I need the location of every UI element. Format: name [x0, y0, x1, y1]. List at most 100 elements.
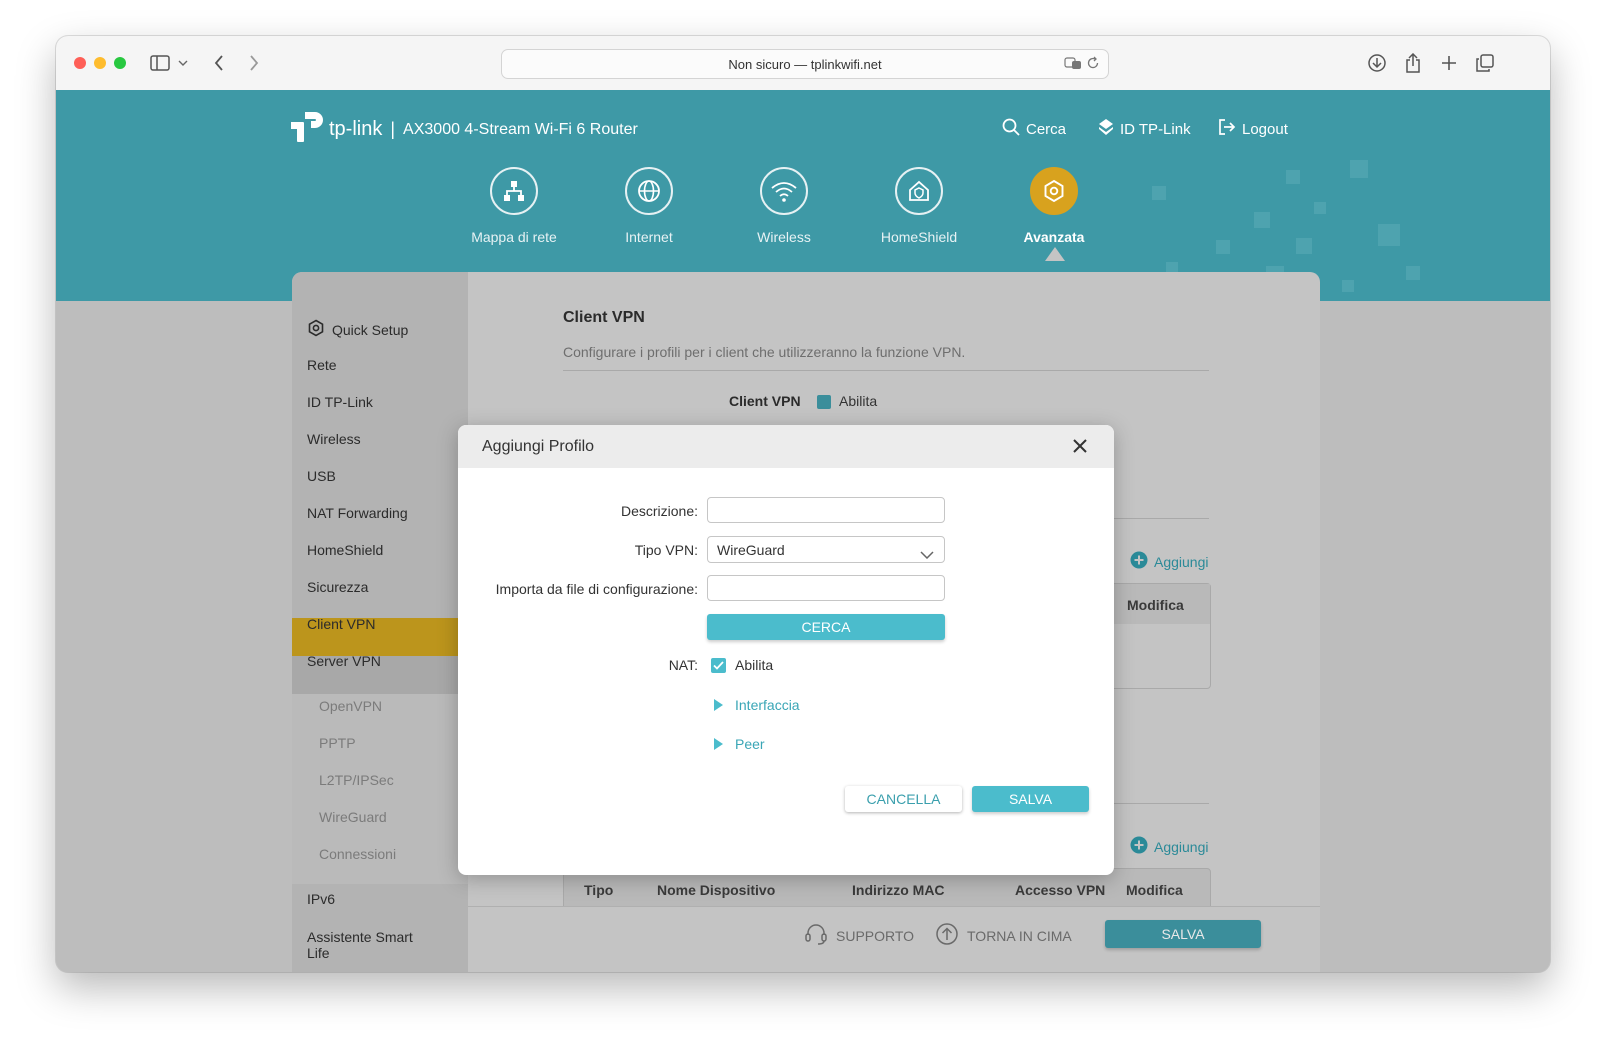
sidebar-icon[interactable] [149, 52, 171, 74]
sidebar-item-server-vpn[interactable]: Server VPN [307, 653, 381, 669]
client-vpn-toggle-label: Client VPN [729, 393, 801, 409]
client-vpn-checkbox[interactable] [817, 395, 831, 409]
cancel-button[interactable]: CANCELLA [845, 786, 962, 812]
profiles-edit-header: Modifica [1127, 597, 1184, 613]
minimize-window-button[interactable] [94, 57, 106, 69]
browse-button[interactable]: CERCA [707, 614, 945, 640]
sidebar-item-wireless[interactable]: Wireless [307, 431, 361, 447]
sidebar-item-tplink-id[interactable]: ID TP-Link [307, 394, 373, 410]
nav-network-map[interactable]: Mappa di rete [454, 167, 574, 245]
back-to-top-label: TORNA IN CIMA [967, 927, 1072, 944]
sidebar-item-sicurezza[interactable]: Sicurezza [307, 579, 368, 595]
zoom-window-button[interactable] [114, 57, 126, 69]
address-bar[interactable]: Non sicuro — tplinkwifi.net [501, 49, 1109, 79]
header-banner: tp-link | AX3000 4-Stream Wi-Fi 6 Router… [56, 90, 1550, 301]
nav-advanced[interactable]: Avanzata [994, 167, 1114, 245]
devices-vpn-access-header: Accesso VPN [1015, 882, 1106, 898]
vpn-type-select[interactable]: WireGuard [707, 536, 945, 563]
peer-section-toggle[interactable]: Peer [714, 736, 765, 752]
expand-arrow-icon [714, 738, 723, 750]
page-description: Configurare i profili per i client che u… [563, 344, 966, 360]
tplink-id-link[interactable]: ID TP-Link [1098, 118, 1191, 140]
share-icon[interactable] [1402, 52, 1424, 74]
add-profile-link[interactable]: Aggiungi [1130, 551, 1209, 572]
add-circle-icon [1130, 551, 1148, 572]
search-icon [1002, 118, 1020, 140]
logout-link[interactable]: Logout [1218, 118, 1288, 140]
nav-wireless-label: Wireless [757, 229, 811, 245]
nav-wireless[interactable]: Wireless [724, 167, 844, 245]
sidebar-item-homeshield[interactable]: HomeShield [307, 542, 383, 558]
sidebar-sub-pptp[interactable]: PPTP [319, 735, 356, 751]
sidebar-item-client-vpn[interactable]: Client VPN [307, 616, 375, 632]
nat-checkbox[interactable] [711, 658, 726, 673]
client-vpn-checkbox-label: Abilita [839, 393, 878, 409]
sidebar-sub-openvpn[interactable]: OpenVPN [319, 698, 382, 714]
devices-mac-header: Indirizzo MAC [852, 882, 945, 898]
page-save-button[interactable]: SALVA [1105, 920, 1261, 948]
search-link[interactable]: Cerca [1002, 118, 1066, 140]
sidebar-sub-l2tp[interactable]: L2TP/IPSec [319, 772, 394, 788]
search-label: Cerca [1026, 120, 1067, 138]
browser-window: Non sicuro — tplinkwifi.net tp-link | AX… [56, 36, 1550, 972]
nav-advanced-label: Avanzata [1023, 229, 1085, 245]
devices-name-header: Nome Dispositivo [657, 882, 776, 898]
nav-internet[interactable]: Internet [589, 167, 709, 245]
arrow-up-circle-icon [935, 922, 959, 949]
tplink-id-label: ID TP-Link [1120, 120, 1191, 138]
support-label: SUPPORTO [836, 927, 915, 944]
new-tab-icon[interactable] [1438, 52, 1460, 74]
import-file-input[interactable] [707, 575, 945, 601]
sidebar-item-ipv6[interactable]: IPv6 [307, 891, 335, 907]
dialog-header: Aggiungi Profilo [458, 425, 1114, 468]
add-label: Aggiungi [1154, 838, 1209, 855]
add-profile-dialog: Aggiungi Profilo Descrizione: Tipo VPN: … [458, 425, 1114, 875]
advanced-gear-icon [1030, 167, 1078, 215]
description-input[interactable] [707, 497, 945, 523]
brand-header: tp-link | AX3000 4-Stream Wi-Fi 6 Router [289, 108, 638, 151]
vpn-type-label: Tipo VPN: [634, 542, 698, 558]
add-device-link[interactable]: Aggiungi [1130, 836, 1209, 857]
devices-edit-header: Modifica [1126, 882, 1183, 898]
network-map-icon [490, 167, 538, 215]
reload-icon[interactable] [1086, 56, 1100, 73]
add-label: Aggiungi [1154, 553, 1209, 570]
support-link[interactable]: SUPPORTO [804, 922, 914, 949]
sidebar-item-nat-forwarding[interactable]: NAT Forwarding [307, 505, 408, 521]
close-window-button[interactable] [74, 57, 86, 69]
close-icon[interactable] [1070, 436, 1090, 456]
url-text: Non sicuro — tplinkwifi.net [728, 56, 882, 72]
sidebar-item-smart-life[interactable]: Assistente Smart Life [307, 929, 437, 961]
chevron-down-icon[interactable] [177, 52, 189, 74]
expand-arrow-icon [714, 699, 723, 711]
sidebar-item-label: Quick Setup [332, 321, 409, 338]
tp-link-logo-icon [289, 108, 327, 151]
sidebar-sub-wireguard[interactable]: WireGuard [319, 809, 387, 825]
forward-icon[interactable] [243, 52, 265, 74]
logout-icon [1218, 118, 1236, 140]
chevron-down-icon [920, 546, 934, 562]
tplink-id-icon [1098, 118, 1114, 140]
tabs-icon[interactable] [1474, 52, 1496, 74]
nav-network-map-label: Mappa di rete [471, 229, 557, 245]
sidebar-item-usb[interactable]: USB [307, 468, 336, 484]
download-icon[interactable] [1366, 52, 1388, 74]
sidebar-item-rete[interactable]: Rete [307, 357, 337, 373]
headset-icon [804, 922, 828, 949]
brand-separator: | [390, 119, 396, 139]
nav-homeshield-label: HomeShield [880, 229, 958, 245]
back-to-top-link[interactable]: TORNA IN CIMA [935, 922, 1072, 949]
brand-name: tp-link [329, 118, 383, 140]
page-content: tp-link | AX3000 4-Stream Wi-Fi 6 Router… [56, 90, 1550, 972]
back-icon[interactable] [208, 52, 230, 74]
save-button[interactable]: SALVA [972, 786, 1089, 812]
translate-icon[interactable] [1064, 56, 1082, 73]
interface-section-label: Interfaccia [735, 697, 800, 713]
interface-section-toggle[interactable]: Interfaccia [714, 697, 800, 713]
bottom-bar: SUPPORTO TORNA IN CIMA SALVA [468, 906, 1320, 972]
nav-homeshield[interactable]: HomeShield [859, 167, 979, 245]
sidebar-sub-connessioni[interactable]: Connessioni [319, 846, 396, 862]
add-circle-icon [1130, 836, 1148, 857]
vpn-type-value: WireGuard [717, 542, 785, 558]
sidebar-item-quick-setup[interactable]: Quick Setup [307, 319, 408, 340]
